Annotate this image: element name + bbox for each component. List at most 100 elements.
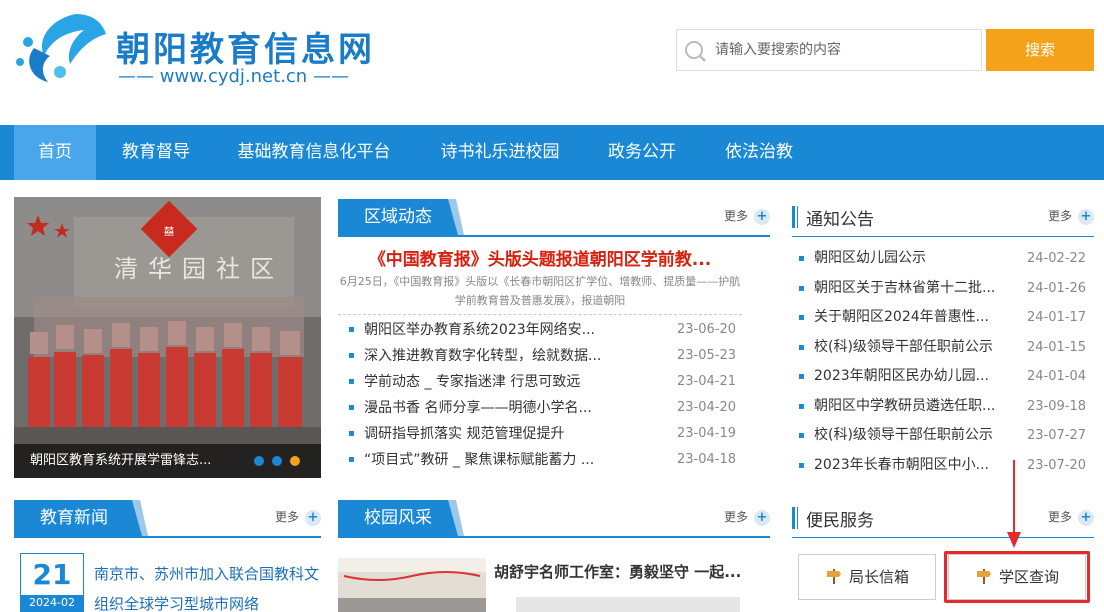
logo-swoosh-icon [16, 14, 106, 82]
nav-item-home[interactable]: 首页 [14, 125, 96, 180]
plus-icon: + [754, 208, 770, 225]
list-item-title: 关于朝阳区2024年普惠性... [814, 309, 989, 325]
plus-icon: + [1078, 208, 1094, 225]
slideshow-dot-2[interactable] [272, 456, 282, 466]
bullet-icon: ▪ [798, 400, 805, 412]
campus-header: 校园风采 更多 + [338, 498, 770, 538]
campus-article-link[interactable]: 胡舒宇名师工作室：勇毅坚守 一起... [494, 561, 741, 582]
list-item-date: 23-09-18 [1026, 398, 1086, 414]
list-item-date: 23-05-23 [676, 348, 736, 363]
headline-link[interactable]: 《中国教育报》头版头题报道朝阳区学前教... [338, 245, 742, 270]
list-item-date: 23-07-27 [1026, 428, 1086, 443]
news-date-day: 21 [32, 558, 72, 591]
campus-summary-placeholder [516, 597, 740, 612]
list-item[interactable]: ▪ 2023年长春市朝阳区中小... 23-07-20 [798, 451, 1086, 481]
list-item-date: 24-01-04 [1026, 369, 1086, 384]
list-item-date: 23-04-18 [676, 452, 736, 467]
list-item-date: 24-01-15 [1026, 339, 1086, 355]
tab-regional-news[interactable]: 区域动态 [338, 199, 464, 235]
list-item[interactable]: ▪ 调研指导抓落实 规范管理促提升 23-04-19 [348, 421, 736, 447]
list-item-title: 朝阳区举办教育系统2023年网络安... [364, 322, 595, 338]
nav-item-campus-culture[interactable]: 诗书礼乐进校园 [432, 125, 568, 180]
nav-item-info-platform[interactable]: 基础教育信息化平台 [228, 125, 400, 180]
section-bar [792, 206, 795, 228]
list-item[interactable]: ▪ 朝阳区中学教研员遴选任职... 23-09-18 [798, 392, 1086, 422]
regional-news-list: ▪ 朝阳区举办教育系统2023年网络安... 23-06-20 ▪ 深入推进教育数字化… [348, 317, 736, 473]
more-link-campus[interactable]: 更多 + [724, 508, 770, 526]
site-title: 朝阳教育信息网 [116, 30, 375, 70]
tab-edu-news[interactable]: 教育新闻 [14, 500, 148, 536]
slideshow-banner-text: 清华园社区 [114, 255, 284, 283]
list-item-title: “项目式”教研 _ 聚焦课标赋能蓄力 ... [364, 452, 595, 468]
list-item[interactable]: ▪ 学前动态 _ 专家指迷津 行思可致远 23-04-21 [348, 369, 736, 395]
tab-regional-news-label: 区域动态 [364, 207, 432, 227]
news-date-badge: 21 2024-02 [20, 553, 84, 612]
search-button[interactable]: 搜索 [986, 29, 1094, 71]
notice-list: ▪ 朝阳区幼儿园公示 24-02-22 ▪ 朝阳区关于吉林省第十二批... 24-01-… [798, 244, 1086, 480]
nav-item-gov-affairs[interactable]: 政务公开 [600, 125, 684, 180]
list-item-title: 调研指导抓落实 规范管理促提升 [364, 426, 565, 442]
list-item-date: 23-04-20 [676, 400, 736, 415]
service-title: 便民服务 [806, 511, 874, 531]
site-logo[interactable]: 朝阳教育信息网 —— www.cydj.net.cn —— [14, 8, 374, 96]
plus-icon: + [305, 509, 321, 526]
list-item-title: 朝阳区中学教研员遴选任职... [814, 397, 996, 414]
signpost-icon [826, 569, 841, 584]
slideshow-dot-1[interactable] [254, 456, 264, 466]
list-item-date: 23-04-21 [676, 374, 736, 389]
director-mailbox-button[interactable]: 局长信箱 [798, 554, 936, 600]
bullet-icon: ▪ [348, 350, 355, 361]
edu-news-link[interactable]: 南京市、苏州市加入联合国教科文组织全球学习型城市网络 [94, 559, 320, 612]
list-item[interactable]: ▪ 漫品书香 名师分享——明德小学名... 23-04-20 [348, 395, 736, 421]
bullet-icon: ▪ [798, 341, 805, 353]
nav-item-supervision[interactable]: 教育督导 [110, 125, 202, 180]
list-item-title: 学前动态 _ 专家指迷津 行思可致远 [364, 374, 581, 390]
bullet-icon: ▪ [798, 282, 805, 294]
list-item[interactable]: ▪ 朝阳区关于吉林省第十二批... 24-01-26 [798, 274, 1086, 304]
bullet-icon: ▪ [798, 253, 805, 264]
tab-campus[interactable]: 校园风采 [338, 500, 464, 536]
list-item-title: 校(科)级领导干部任职前公示 [814, 427, 993, 443]
director-mailbox-label: 局长信箱 [848, 568, 909, 586]
list-item[interactable]: ▪ 深入推进教育数字化转型，绘就数据... 23-05-23 [348, 343, 736, 369]
more-label: 更多 [1047, 510, 1072, 524]
bullet-icon: ▪ [798, 430, 805, 441]
annotation-arrow-icon [1007, 460, 1021, 548]
bullet-icon: ▪ [348, 428, 355, 439]
section-bar [797, 507, 798, 529]
section-bar [792, 507, 795, 529]
list-item[interactable]: ▪ “项目式”教研 _ 聚焦课标赋能蓄力 ... 23-04-18 [348, 447, 736, 473]
more-label: 更多 [274, 510, 299, 524]
tab-edu-news-label: 教育新闻 [40, 508, 108, 528]
slideshow-dot-3[interactable] [290, 456, 300, 466]
list-item[interactable]: ▪ 朝阳区幼儿园公示 24-02-22 [798, 244, 1086, 274]
divider [338, 314, 742, 315]
more-link-notice[interactable]: 更多 + [1048, 207, 1094, 225]
plus-icon: + [754, 509, 770, 526]
list-item-title: 深入推进教育数字化转型，绘就数据... [364, 348, 602, 364]
nav-item-law[interactable]: 依法治教 [716, 125, 802, 180]
bullet-icon: ▪ [798, 312, 805, 323]
list-item-date: 23-06-20 [676, 322, 736, 337]
search-input[interactable] [715, 36, 975, 64]
notice-title: 通知公告 [806, 210, 874, 230]
more-link-service[interactable]: 更多 + [1048, 508, 1094, 526]
bullet-icon: ▪ [798, 371, 805, 382]
more-link-regional[interactable]: 更多 + [724, 207, 770, 225]
list-item-title: 校(科)级领导干部任职前公示 [814, 338, 993, 355]
more-link-edu-news[interactable]: 更多 + [275, 508, 321, 526]
bullet-icon: ▪ [348, 402, 355, 413]
list-item[interactable]: ▪ 校(科)级领导干部任职前公示 24-01-15 [798, 333, 1086, 363]
plus-icon: + [1078, 509, 1094, 526]
list-item[interactable]: ▪ 朝阳区举办教育系统2023年网络安... 23-06-20 [348, 317, 736, 343]
notice-header: 通知公告 更多 + [792, 197, 1094, 237]
list-item[interactable]: ▪ 校(科)级领导干部任职前公示 23-07-27 [798, 421, 1086, 451]
list-item-date: 23-04-19 [676, 426, 736, 441]
more-label: 更多 [723, 209, 748, 223]
list-item[interactable]: ▪ 2023年朝阳区民办幼儿园... 24-01-04 [798, 362, 1086, 392]
more-label: 更多 [1047, 209, 1072, 223]
campus-photo [338, 558, 486, 612]
list-item[interactable]: ▪ 关于朝阳区2024年普惠性... 24-01-17 [798, 303, 1086, 333]
campus-thumbnail[interactable] [338, 558, 486, 612]
photo-slideshow[interactable]: 囍 清华园社区 朝阳区教育系统开展学雷锋志... [14, 197, 321, 478]
